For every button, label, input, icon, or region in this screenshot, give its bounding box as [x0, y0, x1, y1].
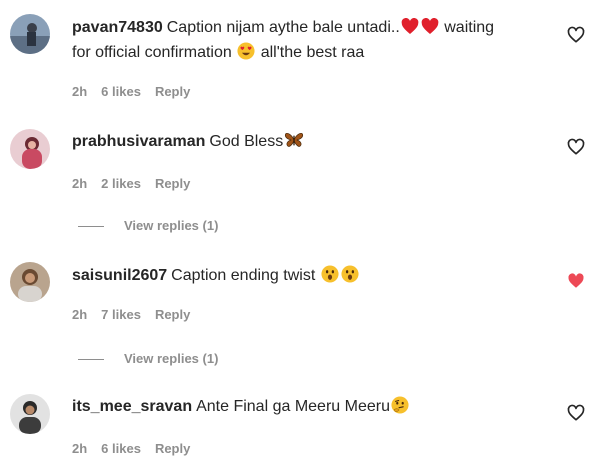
comment-meta: 2h 7 likes Reply	[72, 307, 204, 322]
heart-filled-icon[interactable]	[567, 272, 585, 290]
comment-time: 2h	[72, 176, 88, 191]
heart-outline-icon[interactable]	[567, 404, 585, 422]
avatar[interactable]	[10, 129, 50, 169]
comment-time: 2h	[72, 84, 88, 99]
thinking-emoji	[391, 396, 409, 421]
comment-text: for official confirmation	[72, 44, 232, 61]
comment-username[interactable]: saisunil2607	[72, 267, 167, 284]
comment-likes[interactable]: 6 likes	[101, 441, 141, 456]
comment-body: pavan74830 Caption nijam aythe bale untad…	[72, 17, 542, 67]
heart-outline-icon[interactable]	[567, 26, 585, 44]
view-replies-label: View replies (1)	[124, 351, 219, 366]
comment-meta: 2h 6 likes Reply	[72, 84, 204, 99]
avatar[interactable]	[10, 394, 50, 434]
comment-text: all'the best raa	[260, 44, 365, 61]
comment-username[interactable]: prabhusivaraman	[72, 133, 205, 150]
comment-time: 2h	[72, 307, 88, 322]
red-heart-emoji	[401, 17, 419, 42]
avatar[interactable]	[10, 14, 50, 54]
comment-username[interactable]: pavan74830	[72, 19, 163, 36]
comment-likes[interactable]: 2 likes	[101, 176, 141, 191]
view-replies-button[interactable]: View replies (1)	[78, 218, 218, 233]
butterfly-emoji	[284, 131, 304, 156]
divider	[78, 226, 104, 228]
comment-body: saisunil2607 Caption ending twist	[72, 265, 542, 290]
comment-likes[interactable]: 6 likes	[101, 84, 141, 99]
comment-body: its_mee_sravan Ante Final ga Meeru Meeru	[72, 396, 542, 421]
comment-text: Ante Final ga Meeru Meeru	[196, 398, 390, 415]
reply-button[interactable]: Reply	[155, 307, 190, 322]
reply-button[interactable]: Reply	[155, 176, 190, 191]
surprised-emoji	[321, 265, 339, 290]
comment-username[interactable]: its_mee_sravan	[72, 398, 192, 415]
comment-text: Caption ending twist	[171, 267, 316, 284]
comment-body: prabhusivaraman God Bless	[72, 131, 542, 156]
comment-time: 2h	[72, 441, 88, 456]
comment-text: Caption nijam aythe bale untadi..	[166, 19, 400, 36]
divider	[78, 359, 104, 361]
red-heart-emoji	[421, 17, 439, 42]
heart-outline-icon[interactable]	[567, 138, 585, 156]
comment-text: God Bless	[209, 133, 284, 150]
reply-button[interactable]: Reply	[155, 84, 190, 99]
heart-eyes-emoji	[237, 42, 255, 67]
view-replies-label: View replies (1)	[124, 218, 219, 233]
avatar[interactable]	[10, 262, 50, 302]
comment-likes[interactable]: 7 likes	[101, 307, 141, 322]
view-replies-button[interactable]: View replies (1)	[78, 351, 218, 366]
surprised-emoji	[341, 265, 359, 290]
comment-meta: 2h 2 likes Reply	[72, 176, 204, 191]
comment-text: waiting	[444, 19, 495, 36]
comment-meta: 2h 6 likes Reply	[72, 441, 204, 456]
reply-button[interactable]: Reply	[155, 441, 190, 456]
